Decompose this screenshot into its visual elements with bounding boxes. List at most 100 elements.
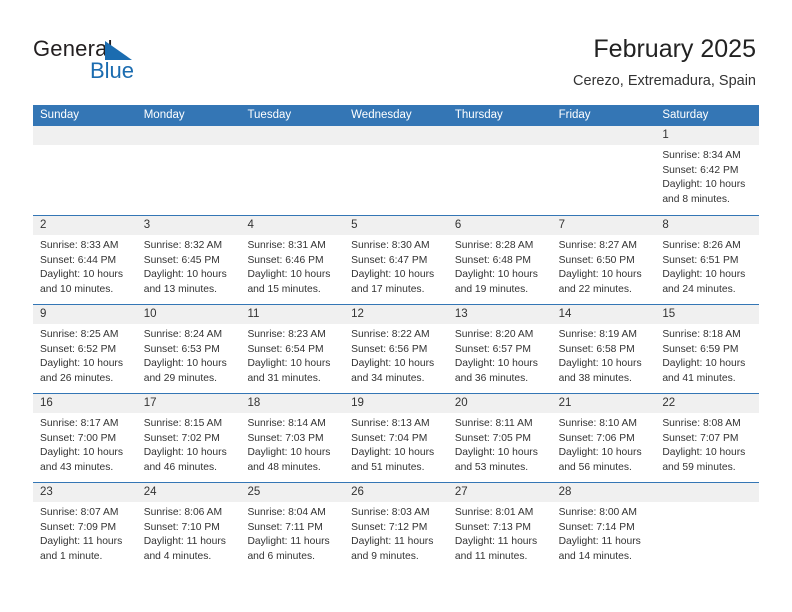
calendar-day-cell[interactable]: 15 Sunrise: 8:18 AM Sunset: 6:59 PM Dayligh…	[655, 305, 760, 393]
day-number	[344, 126, 448, 145]
sunrise-time: Sunrise: 8:26 AM	[662, 240, 741, 251]
daylight-duration: Daylight: 11 hours and 9 minutes.	[351, 536, 434, 562]
weekday-header-saturday: Saturday	[662, 109, 709, 121]
day-sun-info: Sunrise: 8:28 AM Sunset: 6:48 PM Daylight:…	[448, 235, 552, 297]
day-sun-info: Sunrise: 8:07 AM Sunset: 7:09 PM Daylight:…	[33, 502, 137, 564]
sunrise-time: Sunrise: 8:17 AM	[40, 418, 119, 429]
sunrise-time: Sunrise: 8:23 AM	[247, 329, 326, 340]
day-sun-info: Sunrise: 8:20 AM Sunset: 6:57 PM Daylight:…	[448, 324, 552, 386]
sunset-time: Sunset: 7:07 PM	[662, 432, 739, 444]
day-number: 14	[551, 305, 656, 324]
calendar-day-cell[interactable]: 26 Sunrise: 8:03 AM Sunset: 7:12 PM Dayligh…	[344, 483, 448, 571]
day-number: 27	[447, 483, 552, 502]
day-sun-info: Sunrise: 8:30 AM Sunset: 6:47 PM Daylight:…	[344, 235, 448, 297]
calendar-page: General Blue February 2025 Cerezo, Extre…	[0, 0, 792, 612]
day-number	[240, 126, 345, 145]
calendar-day-cell[interactable]: 4 Sunrise: 8:31 AM Sunset: 6:46 PM Daylight…	[240, 216, 345, 304]
daylight-duration: Daylight: 11 hours and 14 minutes.	[558, 536, 641, 562]
day-sun-info: Sunrise: 8:22 AM Sunset: 6:56 PM Daylight:…	[344, 324, 448, 386]
sunrise-time: Sunrise: 8:03 AM	[351, 507, 430, 518]
calendar-day-cell[interactable]: 10 Sunrise: 8:24 AM Sunset: 6:53 PM Dayligh…	[136, 305, 241, 393]
calendar-day-cell[interactable]: 18 Sunrise: 8:14 AM Sunset: 7:03 PM Dayligh…	[240, 394, 345, 482]
calendar-day-cell[interactable]: 8 Sunrise: 8:26 AM Sunset: 6:51 PM Daylight…	[655, 216, 760, 304]
calendar-day-cell[interactable]: 16 Sunrise: 8:17 AM Sunset: 7:00 PM Dayligh…	[33, 394, 137, 482]
calendar-day-cell[interactable]: 24 Sunrise: 8:06 AM Sunset: 7:10 PM Dayligh…	[136, 483, 241, 571]
sunrise-time: Sunrise: 8:18 AM	[662, 329, 741, 340]
weekday-header-sunday: Sunday	[40, 109, 80, 121]
day-sun-info: Sunrise: 8:18 AM Sunset: 6:59 PM Daylight:…	[655, 324, 759, 386]
sunrise-time: Sunrise: 8:13 AM	[351, 418, 430, 429]
day-number: 10	[136, 305, 241, 324]
calendar-day-cell[interactable]: 11 Sunrise: 8:23 AM Sunset: 6:54 PM Dayligh…	[240, 305, 345, 393]
daylight-duration: Daylight: 10 hours and 43 minutes.	[40, 447, 123, 473]
sunrise-time: Sunrise: 8:00 AM	[558, 507, 638, 518]
calendar-day-cell[interactable]: 6 Sunrise: 8:28 AM Sunset: 6:48 PM Daylight…	[447, 216, 552, 304]
day-number: 11	[240, 305, 345, 324]
sunset-time: Sunset: 6:58 PM	[558, 343, 635, 355]
sunrise-time: Sunrise: 8:31 AM	[247, 240, 326, 251]
sunrise-time: Sunrise: 8:27 AM	[558, 240, 638, 251]
day-number	[136, 126, 241, 145]
sunrise-time: Sunrise: 8:28 AM	[454, 240, 534, 251]
weekday-header-row: Sunday Monday Tuesday Wednesday Thursday…	[33, 105, 759, 126]
calendar-day-cell[interactable]: 12 Sunrise: 8:22 AM Sunset: 6:56 PM Dayligh…	[344, 305, 448, 393]
calendar-day-cell[interactable]: 5 Sunrise: 8:30 AM Sunset: 6:47 PM Daylight…	[344, 216, 448, 304]
sunrise-time: Sunrise: 8:08 AM	[662, 418, 741, 429]
calendar-week-row: 1 Sunrise: 8:34 AM Sunset: 6:42 PM Daylight…	[33, 126, 760, 215]
calendar-day-cell[interactable]: 28 Sunrise: 8:00 AM Sunset: 7:14 PM Dayligh…	[551, 483, 656, 571]
sunrise-time: Sunrise: 8:34 AM	[662, 150, 741, 161]
sunset-time: Sunset: 7:03 PM	[247, 432, 324, 444]
day-number: 21	[551, 394, 656, 413]
sunset-time: Sunset: 7:09 PM	[40, 521, 117, 533]
calendar-day-cell[interactable]: 3 Sunrise: 8:32 AM Sunset: 6:45 PM Daylight…	[136, 216, 241, 304]
calendar-day-cell[interactable]: 13 Sunrise: 8:20 AM Sunset: 6:57 PM Dayligh…	[447, 305, 552, 393]
daylight-duration: Daylight: 10 hours and 51 minutes.	[351, 447, 435, 473]
daylight-duration: Daylight: 10 hours and 56 minutes.	[558, 447, 642, 473]
calendar-day-cell[interactable]: 27 Sunrise: 8:01 AM Sunset: 7:13 PM Dayligh…	[447, 483, 552, 571]
calendar-day-cell[interactable]: 20 Sunrise: 8:11 AM Sunset: 7:05 PM Dayligh…	[447, 394, 552, 482]
day-number: 15	[655, 305, 760, 324]
daylight-duration: Daylight: 10 hours and 31 minutes.	[247, 358, 331, 384]
daylight-duration: Daylight: 10 hours and 34 minutes.	[351, 358, 435, 384]
calendar-day-cell[interactable]: 17 Sunrise: 8:15 AM Sunset: 7:02 PM Dayligh…	[136, 394, 241, 482]
calendar-day-cell[interactable]: 22 Sunrise: 8:08 AM Sunset: 7:07 PM Dayligh…	[655, 394, 760, 482]
calendar-day-cell[interactable]: 1 Sunrise: 8:34 AM Sunset: 6:42 PM Daylight…	[655, 126, 760, 215]
sunrise-time: Sunrise: 8:04 AM	[247, 507, 326, 518]
day-number: 28	[551, 483, 656, 502]
calendar-day-cell[interactable]: 14 Sunrise: 8:19 AM Sunset: 6:58 PM Dayligh…	[551, 305, 656, 393]
calendar-day-cell[interactable]: 23 Sunrise: 8:07 AM Sunset: 7:09 PM Dayligh…	[33, 483, 137, 571]
daylight-duration: Daylight: 10 hours and 8 minutes.	[662, 179, 746, 205]
calendar-day-cell-empty	[655, 483, 760, 571]
calendar-day-cell[interactable]: 19 Sunrise: 8:13 AM Sunset: 7:04 PM Dayligh…	[344, 394, 448, 482]
day-number: 5	[344, 216, 448, 235]
sunset-time: Sunset: 6:54 PM	[247, 343, 324, 355]
daylight-duration: Daylight: 11 hours and 6 minutes.	[247, 536, 330, 562]
calendar-day-cell[interactable]: 2 Sunrise: 8:33 AM Sunset: 6:44 PM Daylight…	[33, 216, 137, 304]
sunset-time: Sunset: 6:52 PM	[40, 343, 117, 355]
day-number	[447, 126, 552, 145]
daylight-duration: Daylight: 10 hours and 38 minutes.	[558, 358, 642, 384]
sunrise-time: Sunrise: 8:06 AM	[143, 507, 223, 518]
day-number: 25	[240, 483, 345, 502]
daylight-duration: Daylight: 10 hours and 29 minutes.	[143, 358, 227, 384]
daylight-duration: Daylight: 11 hours and 11 minutes.	[454, 536, 538, 562]
sunset-time: Sunset: 6:57 PM	[454, 343, 532, 355]
day-sun-info: Sunrise: 8:24 AM Sunset: 6:53 PM Daylight:…	[137, 324, 241, 386]
page-title: February 2025	[593, 35, 756, 63]
calendar-day-cell[interactable]: 25 Sunrise: 8:04 AM Sunset: 7:11 PM Dayligh…	[240, 483, 345, 571]
day-sun-info: Sunrise: 8:34 AM Sunset: 6:42 PM Daylight:…	[655, 145, 759, 207]
calendar-week-row: 23 Sunrise: 8:07 AM Sunset: 7:09 PM Dayligh…	[33, 482, 760, 571]
calendar-day-cell[interactable]: 9 Sunrise: 8:25 AM Sunset: 6:52 PM Daylight…	[33, 305, 137, 393]
day-sun-info: Sunrise: 8:25 AM Sunset: 6:52 PM Daylight:…	[33, 324, 137, 386]
calendar-day-cell[interactable]: 21 Sunrise: 8:10 AM Sunset: 7:06 PM Dayligh…	[551, 394, 656, 482]
calendar-day-cell[interactable]: 7 Sunrise: 8:27 AM Sunset: 6:50 PM Daylight…	[551, 216, 656, 304]
sunrise-time: Sunrise: 8:14 AM	[247, 418, 326, 429]
sunset-time: Sunset: 6:53 PM	[143, 343, 220, 355]
sunrise-time: Sunrise: 8:10 AM	[558, 418, 638, 429]
daylight-duration: Daylight: 10 hours and 24 minutes.	[662, 269, 746, 295]
daylight-duration: Daylight: 11 hours and 1 minute.	[40, 536, 123, 562]
day-sun-info: Sunrise: 8:08 AM Sunset: 7:07 PM Daylight:…	[655, 413, 759, 475]
calendar-day-cell-empty	[240, 126, 345, 215]
sunrise-time: Sunrise: 8:19 AM	[558, 329, 638, 340]
sunset-time: Sunset: 6:50 PM	[558, 254, 635, 266]
